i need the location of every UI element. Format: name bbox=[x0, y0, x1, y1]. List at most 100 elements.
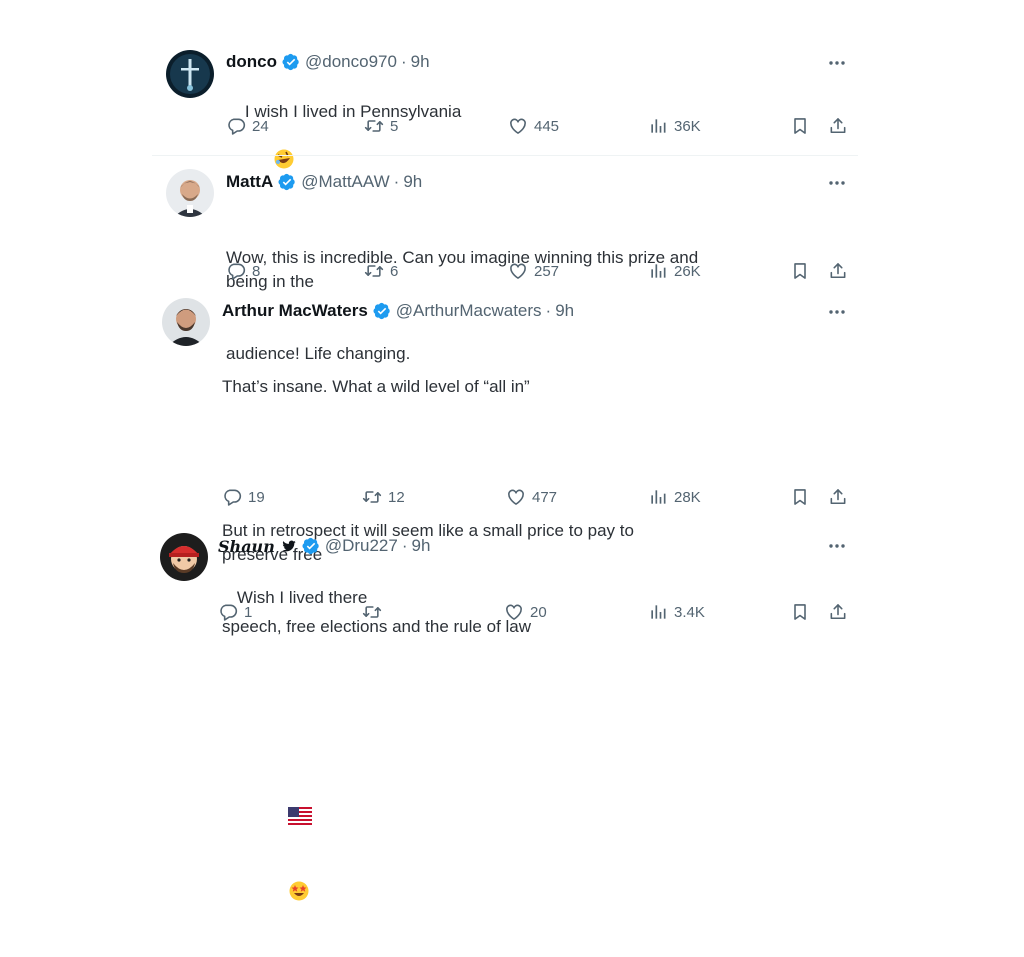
more-icon[interactable] bbox=[826, 53, 848, 73]
reply-button[interactable]: 8 bbox=[226, 261, 260, 281]
bookmark-button[interactable] bbox=[790, 602, 810, 622]
user-handle[interactable]: @MattAAW bbox=[301, 172, 389, 192]
reply-count: 19 bbox=[248, 488, 265, 506]
tweet-text-line: That’s insane. What a wild level of “all… bbox=[222, 377, 530, 396]
view-count: 36K bbox=[674, 117, 701, 135]
retweet-count: 6 bbox=[390, 262, 399, 280]
like-button[interactable]: 445 bbox=[508, 116, 559, 136]
share-icon bbox=[828, 487, 848, 507]
like-count: 20 bbox=[530, 603, 547, 621]
heart-icon bbox=[508, 261, 528, 281]
like-button[interactable]: 477 bbox=[506, 487, 557, 507]
views-button[interactable]: 26K bbox=[648, 261, 701, 281]
tweet[interactable]: Shaun @Dru227 · 9h Wish I lived there 1 … bbox=[0, 0, 700, 1]
reply-button[interactable]: 24 bbox=[226, 116, 269, 136]
retweet-button[interactable]: 6 bbox=[364, 261, 398, 281]
retweet-icon bbox=[364, 261, 384, 281]
retweet-icon bbox=[364, 116, 384, 136]
avatar[interactable] bbox=[166, 169, 214, 217]
user-handle[interactable]: @ArthurMacwaters bbox=[396, 301, 542, 321]
view-count: 3.4K bbox=[674, 603, 705, 621]
views-button[interactable]: 28K bbox=[648, 487, 701, 507]
bookmark-button[interactable] bbox=[790, 261, 810, 281]
display-name[interactable]: donco bbox=[226, 52, 277, 72]
share-button[interactable] bbox=[828, 261, 848, 281]
heart-icon bbox=[508, 116, 528, 136]
retweet-count: 12 bbox=[388, 488, 405, 506]
divider bbox=[152, 155, 858, 156]
reply-count: 8 bbox=[252, 262, 261, 280]
view-count: 28K bbox=[674, 488, 701, 506]
timestamp[interactable]: 9h bbox=[411, 52, 430, 72]
avatar[interactable] bbox=[166, 50, 214, 98]
share-icon bbox=[828, 261, 848, 281]
retweet-icon bbox=[362, 602, 382, 622]
action-bar: 1 20 3.4K bbox=[0, 602, 870, 626]
reply-icon bbox=[226, 261, 246, 281]
separator-dot: · bbox=[401, 536, 408, 555]
bookmark-icon bbox=[790, 487, 810, 507]
views-button[interactable]: 36K bbox=[648, 116, 701, 136]
share-icon bbox=[828, 116, 848, 136]
like-button[interactable]: 257 bbox=[508, 261, 559, 281]
retweet-count: 5 bbox=[390, 117, 399, 135]
action-bar: 8 6 257 26K bbox=[0, 261, 870, 285]
star-struck-emoji bbox=[250, 856, 310, 933]
reply-button[interactable]: 19 bbox=[222, 487, 265, 507]
timestamp[interactable]: 9h bbox=[412, 536, 431, 556]
user-handle[interactable]: @donco970 bbox=[305, 52, 397, 72]
like-button[interactable]: 20 bbox=[504, 602, 547, 622]
timestamp[interactable]: 9h bbox=[555, 301, 574, 321]
action-bar: 24 5 445 36K bbox=[0, 116, 870, 140]
separator-dot: · bbox=[400, 52, 407, 71]
views-button[interactable]: 3.4K bbox=[648, 602, 705, 622]
bookmark-icon bbox=[790, 116, 810, 136]
reply-icon bbox=[218, 602, 238, 622]
like-count: 477 bbox=[532, 488, 558, 506]
like-count: 257 bbox=[534, 262, 560, 280]
timestamp[interactable]: 9h bbox=[403, 172, 422, 192]
retweet-icon bbox=[362, 487, 382, 507]
reply-icon bbox=[226, 116, 246, 136]
share-button[interactable] bbox=[828, 602, 848, 622]
more-icon[interactable] bbox=[826, 173, 848, 193]
views-icon bbox=[648, 487, 668, 507]
verified-badge-icon bbox=[373, 302, 391, 320]
verified-badge-icon bbox=[278, 173, 296, 191]
user-handle[interactable]: @Dru227 bbox=[325, 536, 398, 556]
bookmark-button[interactable] bbox=[790, 487, 810, 507]
retweet-button[interactable] bbox=[362, 602, 388, 622]
reply-icon bbox=[222, 487, 242, 507]
view-count: 26K bbox=[674, 262, 701, 280]
like-count: 445 bbox=[534, 117, 560, 135]
reply-button[interactable]: 1 bbox=[218, 602, 252, 622]
more-icon[interactable] bbox=[826, 536, 848, 556]
bookmark-button[interactable] bbox=[790, 116, 810, 136]
separator-dot: · bbox=[545, 301, 552, 320]
more-icon[interactable] bbox=[826, 302, 848, 322]
avatar[interactable] bbox=[162, 298, 210, 346]
bookmark-icon bbox=[790, 602, 810, 622]
views-icon bbox=[648, 602, 668, 622]
views-icon bbox=[648, 261, 668, 281]
display-name[interactable]: MattA bbox=[226, 172, 273, 192]
avatar[interactable] bbox=[160, 533, 208, 581]
action-bar: 19 12 477 28K bbox=[0, 487, 870, 511]
share-button[interactable] bbox=[828, 116, 848, 136]
separator-dot: · bbox=[393, 172, 400, 191]
views-icon bbox=[648, 116, 668, 136]
reply-count: 24 bbox=[252, 117, 269, 135]
bird-icon bbox=[281, 538, 297, 554]
us-flag-emoji bbox=[250, 783, 313, 856]
share-button[interactable] bbox=[828, 487, 848, 507]
display-name[interactable]: Arthur MacWaters bbox=[222, 301, 368, 321]
heart-icon bbox=[506, 487, 526, 507]
display-name[interactable]: Shaun bbox=[218, 537, 275, 556]
reply-count: 1 bbox=[244, 603, 253, 621]
retweet-button[interactable]: 5 bbox=[364, 116, 398, 136]
tweet[interactable]: donco @donco970 · 9h I wish I lived in P… bbox=[0, 0, 700, 169]
share-icon bbox=[828, 602, 848, 622]
heart-icon bbox=[504, 602, 524, 622]
verified-badge-icon bbox=[282, 53, 300, 71]
retweet-button[interactable]: 12 bbox=[362, 487, 405, 507]
